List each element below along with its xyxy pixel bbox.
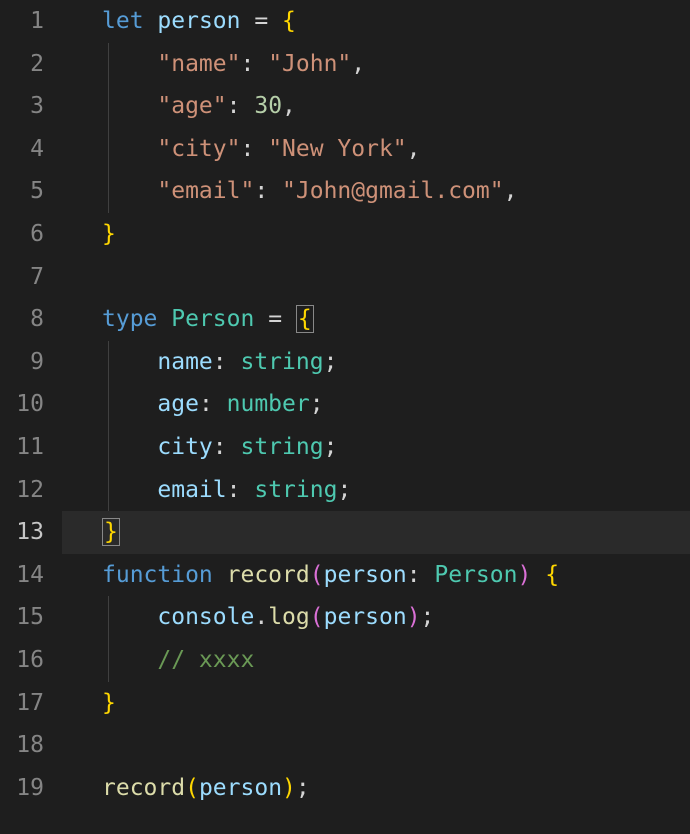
brace-open-matched: { [296, 305, 314, 333]
object-key: "name" [157, 51, 240, 77]
code-line[interactable]: name: string; [62, 341, 690, 384]
brace-close: } [102, 690, 116, 716]
code-line[interactable]: age: number; [62, 383, 690, 426]
code-line[interactable]: email: string; [62, 469, 690, 512]
string-value: "John" [268, 51, 351, 77]
operator: = [241, 8, 283, 34]
line-number: 18 [0, 724, 44, 767]
code-line[interactable]: "age": 30, [62, 85, 690, 128]
line-number: 17 [0, 682, 44, 725]
line-number: 9 [0, 341, 44, 384]
variable: person [157, 8, 240, 34]
object-key: "age" [157, 93, 226, 119]
code-line-empty[interactable] [62, 256, 690, 299]
type-annotation: number [227, 391, 310, 417]
brace-open: { [545, 562, 559, 588]
line-number: 11 [0, 426, 44, 469]
console-object: console [157, 604, 254, 630]
code-line-current[interactable]: } [62, 511, 690, 554]
line-number-active: 13 [0, 511, 44, 554]
line-number: 10 [0, 383, 44, 426]
code-line[interactable]: "city": "New York", [62, 128, 690, 171]
line-number: 19 [0, 767, 44, 810]
paren-open: ( [185, 775, 199, 801]
object-key: "email" [157, 178, 254, 204]
keyword-type: type [102, 306, 157, 332]
type-property: email [157, 477, 226, 503]
line-number: 14 [0, 554, 44, 597]
line-number: 5 [0, 170, 44, 213]
argument: person [324, 604, 407, 630]
brace-close: } [102, 221, 116, 247]
code-line[interactable]: record(person); [62, 767, 690, 810]
code-editor[interactable]: 1 2 3 4 5 6 7 8 9 10 11 12 13 14 15 16 1… [0, 0, 690, 834]
function-name: record [227, 562, 310, 588]
comment: // xxxx [157, 647, 254, 673]
line-number: 15 [0, 596, 44, 639]
code-line[interactable]: type Person = { [62, 298, 690, 341]
line-number: 6 [0, 213, 44, 256]
code-line[interactable]: } [62, 213, 690, 256]
code-line[interactable]: city: string; [62, 426, 690, 469]
line-number: 12 [0, 469, 44, 512]
param-type: Person [434, 562, 517, 588]
line-number: 1 [0, 0, 44, 43]
code-line[interactable]: function record(person: Person) { [62, 554, 690, 597]
object-key: "city" [157, 136, 240, 162]
paren-open: ( [310, 562, 324, 588]
parameter: person [324, 562, 407, 588]
code-line-empty[interactable] [62, 724, 690, 767]
paren-close: ) [517, 562, 531, 588]
code-line[interactable]: console.log(person); [62, 596, 690, 639]
type-annotation: string [254, 477, 337, 503]
code-line[interactable]: "email": "John@gmail.com", [62, 170, 690, 213]
code-line[interactable]: } [62, 682, 690, 725]
type-property: age [157, 391, 199, 417]
line-number: 4 [0, 128, 44, 171]
brace-open: { [282, 8, 296, 34]
code-area[interactable]: let person = { "name": "John", "age": 30… [62, 0, 690, 834]
type-annotation: string [240, 434, 323, 460]
paren-open: ( [310, 604, 324, 630]
brace-close-cursor: } [102, 518, 120, 546]
type-annotation: string [240, 349, 323, 375]
line-number: 7 [0, 256, 44, 299]
type-property: name [157, 349, 212, 375]
line-number: 8 [0, 298, 44, 341]
number-value: 30 [254, 93, 282, 119]
function-call: record [102, 775, 185, 801]
argument: person [199, 775, 282, 801]
line-number: 2 [0, 43, 44, 86]
type-property: city [157, 434, 212, 460]
string-value: "John@gmail.com" [282, 178, 504, 204]
string-value: "New York" [268, 136, 406, 162]
keyword-function: function [102, 562, 213, 588]
paren-close: ) [282, 775, 296, 801]
code-line[interactable]: // xxxx [62, 639, 690, 682]
line-number: 3 [0, 85, 44, 128]
code-line[interactable]: let person = { [62, 0, 690, 43]
line-number-gutter: 1 2 3 4 5 6 7 8 9 10 11 12 13 14 15 16 1… [0, 0, 62, 834]
keyword-let: let [102, 8, 144, 34]
paren-close: ) [407, 604, 421, 630]
line-number: 16 [0, 639, 44, 682]
log-method: log [268, 604, 310, 630]
code-line[interactable]: "name": "John", [62, 43, 690, 86]
type-name: Person [171, 306, 254, 332]
